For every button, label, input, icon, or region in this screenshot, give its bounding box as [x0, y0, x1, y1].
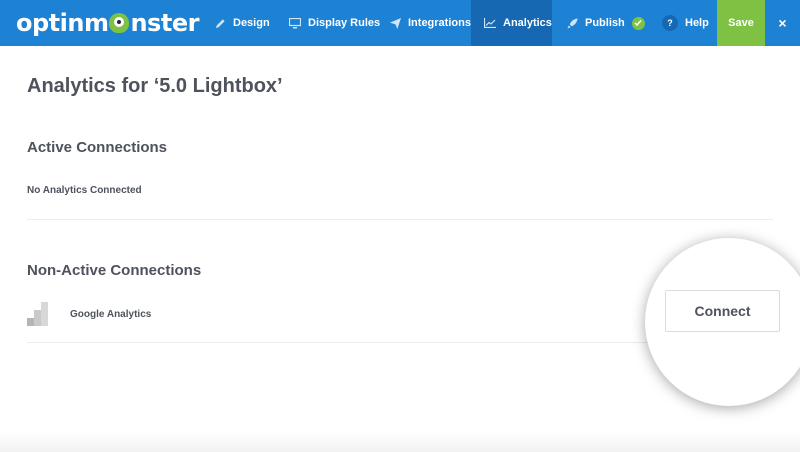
section-divider: [27, 219, 773, 220]
nav-label: Help: [685, 17, 709, 29]
nav-design[interactable]: Design: [215, 0, 270, 46]
logo-text-end: nster: [130, 9, 199, 37]
monster-mascot-icon: [109, 13, 130, 33]
nav-publish[interactable]: Publish: [567, 0, 645, 46]
pencil-icon: [215, 18, 225, 28]
check-icon: [631, 16, 645, 30]
top-navigation-bar: optinm nster Design Display Rules Integr…: [0, 0, 800, 46]
nav-integrations[interactable]: Integrations: [390, 0, 471, 46]
integration-name: Google Analytics: [70, 309, 152, 320]
no-analytics-message: No Analytics Connected: [27, 185, 142, 196]
google-analytics-icon: [27, 302, 48, 326]
row-divider: [27, 342, 647, 343]
nav-label: Analytics: [503, 17, 552, 29]
optinmonster-logo[interactable]: optinm nster: [16, 8, 199, 38]
connect-button[interactable]: Connect: [665, 290, 780, 332]
monitor-icon: [289, 17, 301, 28]
nav-display-rules[interactable]: Display Rules: [289, 0, 380, 46]
page-title: Analytics for ‘5.0 Lightbox’: [27, 75, 283, 97]
nav-label: Publish: [585, 17, 625, 29]
save-button[interactable]: Save: [717, 0, 765, 46]
paper-plane-icon: [390, 17, 401, 29]
nav-label: Display Rules: [308, 17, 381, 29]
question-icon: ?: [662, 15, 678, 31]
nav-analytics[interactable]: Analytics: [471, 0, 552, 46]
nav-label: Integrations: [408, 17, 471, 29]
active-connections-heading: Active Connections: [27, 139, 168, 156]
close-button[interactable]: ×: [765, 0, 800, 46]
non-active-connections-heading: Non-Active Connections: [27, 262, 202, 279]
rocket-icon: [567, 17, 578, 29]
nav-label: Design: [233, 17, 270, 29]
chart-line-icon: [484, 18, 496, 28]
nav-help[interactable]: ? Help: [662, 0, 709, 46]
logo-text-start: optinm: [16, 9, 109, 37]
bottom-shadow: [0, 432, 800, 452]
